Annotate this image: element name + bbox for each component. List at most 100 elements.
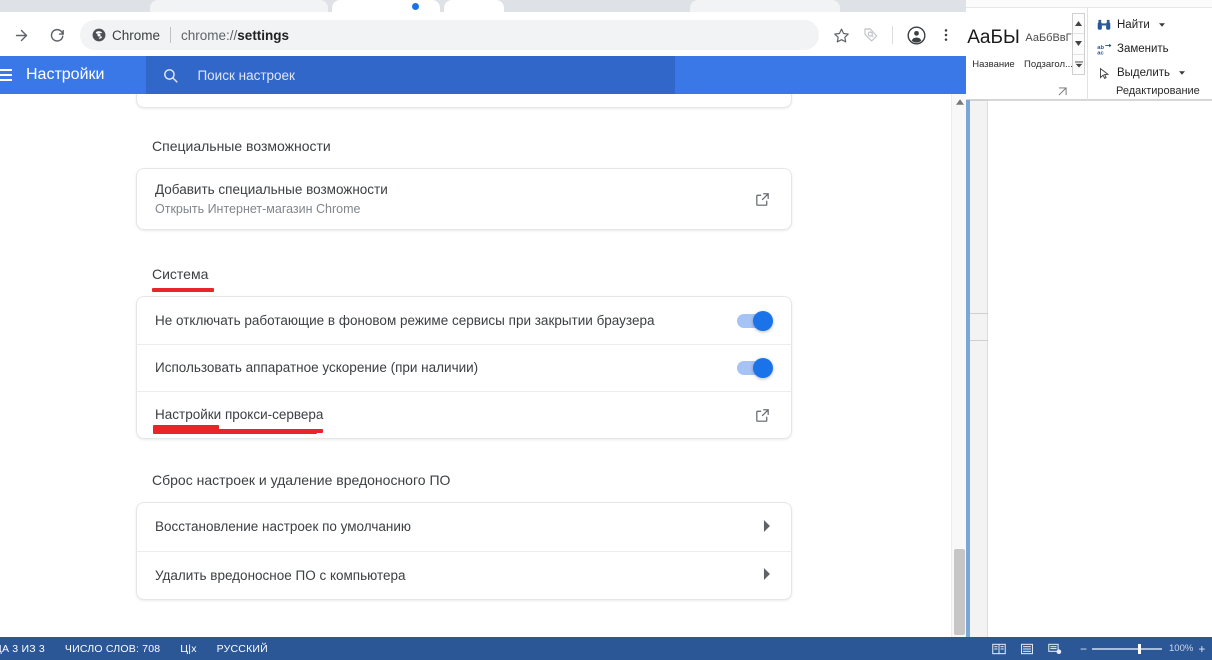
row-proxy-settings[interactable]: Настройки прокси-сервера bbox=[137, 391, 791, 438]
page-scrollbar[interactable] bbox=[951, 94, 966, 660]
marker-underline-system bbox=[152, 288, 214, 292]
toolbar-separator bbox=[892, 26, 893, 44]
section-heading: Специальные возможности bbox=[152, 138, 331, 154]
read-mode-icon[interactable] bbox=[992, 643, 1006, 655]
row-add-accessibility[interactable]: Добавить специальные возможности Открыть… bbox=[137, 169, 791, 229]
omnibox-separator bbox=[170, 27, 172, 43]
star-icon[interactable] bbox=[827, 21, 855, 49]
settings-content: Специальные возможности Добавить специал… bbox=[0, 94, 966, 660]
status-language[interactable]: РУССКИЙ bbox=[217, 643, 268, 655]
select-label: Выделить bbox=[1117, 67, 1171, 79]
address-bar[interactable]: Chrome chrome://settings bbox=[80, 20, 819, 50]
row-remove-malware[interactable]: Удалить вредоносное ПО с компьютера bbox=[137, 551, 791, 599]
style-sample: АаБбВвГ bbox=[1025, 32, 1072, 44]
style-sample: AaБЫ bbox=[967, 27, 1020, 48]
status-page-indicator[interactable]: ЦА 3 ИЗ 3 bbox=[0, 643, 45, 655]
editing-group: Найти ab ac Заменить Выделить Редактиров… bbox=[1088, 8, 1212, 99]
row-text: Восстановление настроек по умолчанию bbox=[155, 518, 762, 536]
marker-underline-proxy-b bbox=[153, 429, 323, 433]
word-status-bar-left: ЦА 3 ИЗ 3 ЧИСЛО СЛОВ: 708 Ц|х РУССКИЙ bbox=[0, 637, 966, 660]
style-name: Название bbox=[972, 59, 1015, 70]
row-text: Использовать аппаратное ускорение (при н… bbox=[155, 359, 737, 377]
select-button[interactable]: Выделить bbox=[1094, 61, 1212, 85]
find-button[interactable]: Найти bbox=[1094, 13, 1212, 37]
row-hardware-acceleration[interactable]: Использовать аппаратное ускорение (при н… bbox=[137, 344, 791, 391]
tab-favicon bbox=[412, 3, 419, 10]
screen: Chrome chrome://settings Настройки Поиск… bbox=[0, 0, 1212, 660]
settings-header: Настройки bbox=[0, 56, 966, 94]
chevron-down-icon[interactable] bbox=[1158, 22, 1165, 29]
section-reset: Сброс настроек и удаление вредоносного П… bbox=[136, 472, 792, 600]
partial-card-above bbox=[136, 94, 792, 108]
status-proofing-icon[interactable]: Ц|х bbox=[180, 643, 196, 655]
search-tag-icon[interactable] bbox=[857, 21, 885, 49]
hamburger-menu-icon[interactable] bbox=[0, 69, 14, 81]
word-gutter bbox=[970, 100, 988, 637]
toggle-knob bbox=[753, 310, 773, 331]
row-title: Не отключать работающие в фоновом режиме… bbox=[155, 312, 655, 328]
page-break-marker bbox=[970, 313, 988, 314]
zoom-control[interactable]: − 100% + bbox=[1080, 643, 1205, 655]
web-layout-icon[interactable] bbox=[1048, 643, 1062, 655]
tab-strip bbox=[0, 0, 966, 12]
url-prefix: chrome:// bbox=[181, 27, 238, 43]
binoculars-find-icon bbox=[1096, 19, 1112, 32]
zoom-out-button[interactable]: − bbox=[1080, 643, 1087, 655]
browser-toolbar: Chrome chrome://settings bbox=[0, 12, 966, 58]
external-link-icon[interactable] bbox=[754, 407, 771, 424]
browser-tab-active[interactable] bbox=[332, 0, 440, 12]
style-name: Подзагол... bbox=[1024, 59, 1073, 70]
find-label: Найти bbox=[1117, 19, 1150, 31]
scroll-up-arrow-icon[interactable] bbox=[952, 94, 966, 109]
row-background-apps[interactable]: Не отключать работающие в фоновом режиме… bbox=[137, 297, 791, 344]
word-page-canvas[interactable] bbox=[988, 100, 1212, 637]
styles-group: AaБЫ Название АаБбВвГ Подзагол... bbox=[966, 8, 1088, 100]
word-status-bar-right: − 100% + bbox=[966, 637, 1212, 660]
style-tile-title[interactable]: AaБЫ Название bbox=[966, 12, 1021, 74]
row-subtitle: Открыть Интернет-магазин Chrome bbox=[155, 201, 361, 216]
search-input[interactable] bbox=[197, 67, 618, 83]
forward-button[interactable] bbox=[6, 20, 36, 50]
search-icon bbox=[162, 67, 179, 84]
styles-gallery: AaБЫ Название АаБбВвГ Подзагол... bbox=[966, 12, 1087, 74]
browser-tab[interactable] bbox=[150, 0, 328, 12]
dialog-launcher-icon[interactable] bbox=[1058, 87, 1067, 98]
browser-tab[interactable] bbox=[444, 0, 504, 12]
profile-avatar-icon[interactable] bbox=[902, 21, 930, 49]
settings-search-box[interactable] bbox=[146, 56, 676, 94]
zoom-slider-handle[interactable] bbox=[1138, 643, 1142, 654]
zoom-in-button[interactable]: + bbox=[1198, 643, 1205, 655]
zoom-level-label: 100% bbox=[1169, 643, 1194, 654]
url-path: settings bbox=[237, 27, 290, 43]
zoom-slider[interactable] bbox=[1092, 643, 1163, 654]
svg-text:ac: ac bbox=[1097, 50, 1104, 55]
accessibility-card: Добавить специальные возможности Открыть… bbox=[136, 168, 792, 230]
print-layout-icon[interactable] bbox=[1020, 643, 1034, 655]
section-accessibility: Специальные возможности Добавить специал… bbox=[136, 138, 792, 230]
style-scroll-down-icon[interactable] bbox=[1073, 34, 1084, 55]
status-word-count[interactable]: ЧИСЛО СЛОВ: 708 bbox=[65, 643, 160, 655]
replace-button[interactable]: ab ac Заменить bbox=[1094, 37, 1212, 61]
row-restore-defaults[interactable]: Восстановление настроек по умолчанию bbox=[137, 503, 791, 551]
three-dot-menu-icon[interactable] bbox=[932, 21, 960, 49]
site-identity-label: Chrome bbox=[112, 27, 161, 43]
site-identity-chip[interactable]: Chrome bbox=[92, 28, 160, 43]
word-ribbon: AaБЫ Название АаБбВвГ Подзагол... Найти … bbox=[966, 8, 1212, 100]
scrollbar-thumb[interactable] bbox=[954, 549, 965, 635]
toggle-hardware-acceleration[interactable] bbox=[737, 358, 773, 378]
section-heading-system: Система bbox=[152, 266, 209, 282]
section-system: Система Не отключать работающие в фоново… bbox=[136, 266, 792, 439]
chevron-down-icon[interactable] bbox=[1179, 70, 1186, 77]
chevron-right-icon[interactable] bbox=[762, 519, 771, 535]
style-scroll-up-icon[interactable] bbox=[1073, 14, 1084, 35]
select-cursor-icon bbox=[1096, 67, 1112, 80]
external-link-icon[interactable] bbox=[754, 191, 771, 208]
style-tile-subtitle[interactable]: АаБбВвГ Подзагол... bbox=[1021, 12, 1076, 74]
reload-button[interactable] bbox=[42, 20, 72, 50]
chevron-right-icon[interactable] bbox=[762, 568, 771, 583]
address-bar-url: chrome://settings bbox=[181, 28, 289, 43]
style-more-icon[interactable] bbox=[1073, 55, 1084, 74]
toggle-background-apps[interactable] bbox=[737, 310, 773, 331]
replace-abc-icon: ab ac bbox=[1096, 43, 1112, 56]
browser-tab[interactable] bbox=[690, 0, 840, 12]
